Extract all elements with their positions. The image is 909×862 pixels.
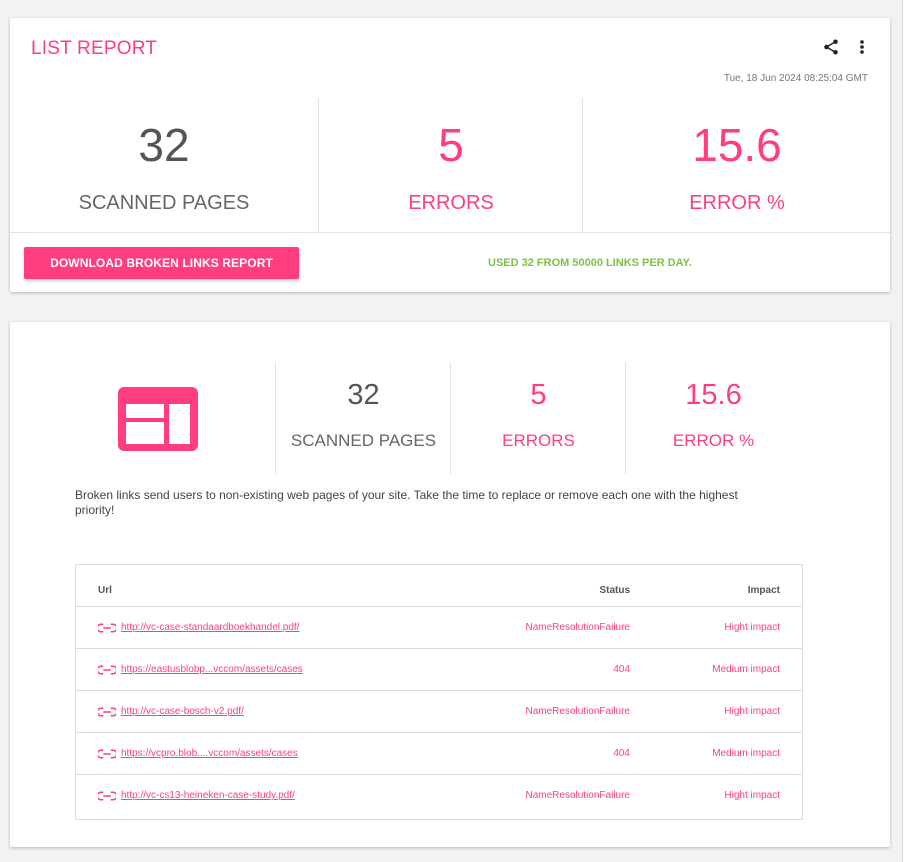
table-row: https://vcpro.blob....vccom/assets/cases… [76, 732, 802, 775]
broken-links-card: 32 SCANNED PAGES 5 ERRORS 15.6 ERROR % B… [10, 322, 890, 847]
broken-links-stats: 32 SCANNED PAGES 5 ERRORS 15.6 ERROR % [10, 362, 890, 474]
errors-value: 5 [530, 379, 547, 411]
scanned-pages-stat: 32 SCANNED PAGES [10, 98, 318, 232]
link-status: 404 [613, 748, 630, 759]
scanned-pages-label: SCANNED PAGES [290, 431, 437, 450]
report-timestamp: Tue, 18 Jun 2024 08:25:04 GMT [723, 73, 868, 84]
link-icon [98, 791, 116, 801]
column-header-status: Status [599, 585, 630, 596]
link-impact: Hight impact [724, 622, 780, 633]
scanned-pages-label: SCANNED PAGES [78, 192, 250, 214]
scanned-pages-value: 32 [347, 379, 380, 411]
download-broken-links-button[interactable]: DOWNLOAD BROKEN LINKS REPORT [24, 247, 299, 279]
link-status: NameResolutionFailure [525, 622, 631, 633]
summary-stats: 32 SCANNED PAGES 5 ERRORS 15.6 ERROR % [10, 98, 890, 232]
link-impact: Hight impact [724, 790, 780, 801]
more-vert-icon[interactable] [856, 38, 868, 56]
window-edge [902, 0, 909, 862]
table-row: http://vc-case-bosch-v2.pdf/ NameResolut… [76, 690, 802, 733]
column-header-url: Url [98, 585, 112, 596]
errors-value: 5 [438, 119, 464, 171]
error-percent-value: 15.6 [692, 119, 782, 171]
link-impact: Hight impact [724, 706, 780, 717]
error-percent-label: ERROR % [672, 431, 755, 450]
link-status: NameResolutionFailure [525, 790, 631, 801]
errors-stat: 5 ERRORS [318, 98, 583, 232]
table-row: http://vc-cs13-heineken-case-study.pdf/ … [76, 774, 802, 817]
link-icon [98, 665, 116, 675]
column-header-impact: Impact [747, 585, 780, 596]
link-status: NameResolutionFailure [525, 706, 631, 717]
link-impact: Medium impact [712, 748, 780, 759]
errors-label: ERRORS [408, 192, 494, 214]
errors-stat: 5 ERRORS [450, 362, 626, 474]
broken-links-description: Broken links send users to non-existing … [75, 488, 738, 517]
scanned-pages-value: 32 [138, 119, 190, 171]
scanned-pages-stat: 32 SCANNED PAGES [275, 362, 451, 474]
broken-link-url[interactable]: http://vc-cs13-heineken-case-study.pdf/ [121, 790, 295, 801]
link-icon [98, 623, 116, 633]
report-title: LIST REPORT [31, 38, 158, 59]
broken-link-url[interactable]: http://vc-case-standaardboekhandel.pdf/ [121, 622, 299, 633]
broken-link-url[interactable]: http://vc-case-bosch-v2.pdf/ [121, 706, 244, 717]
link-status: 404 [613, 664, 630, 675]
link-impact: Medium impact [712, 664, 780, 675]
error-percent-stat: 15.6 ERROR % [582, 98, 891, 232]
table-row: http://vc-case-standaardboekhandel.pdf/ … [76, 606, 802, 649]
broken-links-table: Url Status Impact http://vc-case-standaa… [75, 564, 803, 820]
share-icon[interactable] [822, 38, 840, 56]
errors-label: ERRORS [502, 431, 575, 450]
error-percent-label: ERROR % [689, 192, 785, 214]
broken-link-url[interactable]: https://eastusblobp...vccom/assets/cases [121, 664, 303, 675]
error-percent-stat: 15.6 ERROR % [625, 362, 801, 474]
divider [10, 232, 890, 233]
list-report-card: LIST REPORT Tue, 18 Jun 2024 08:25:04 GM… [10, 18, 890, 292]
error-percent-value: 15.6 [685, 379, 742, 411]
table-row: https://eastusblobp...vccom/assets/cases… [76, 648, 802, 691]
broken-link-url[interactable]: https://vcpro.blob....vccom/assets/cases [121, 748, 298, 759]
link-icon [98, 749, 116, 759]
link-icon [98, 707, 116, 717]
usage-quota-text: USED 32 FROM 50000 LINKS PER DAY. [488, 257, 692, 269]
